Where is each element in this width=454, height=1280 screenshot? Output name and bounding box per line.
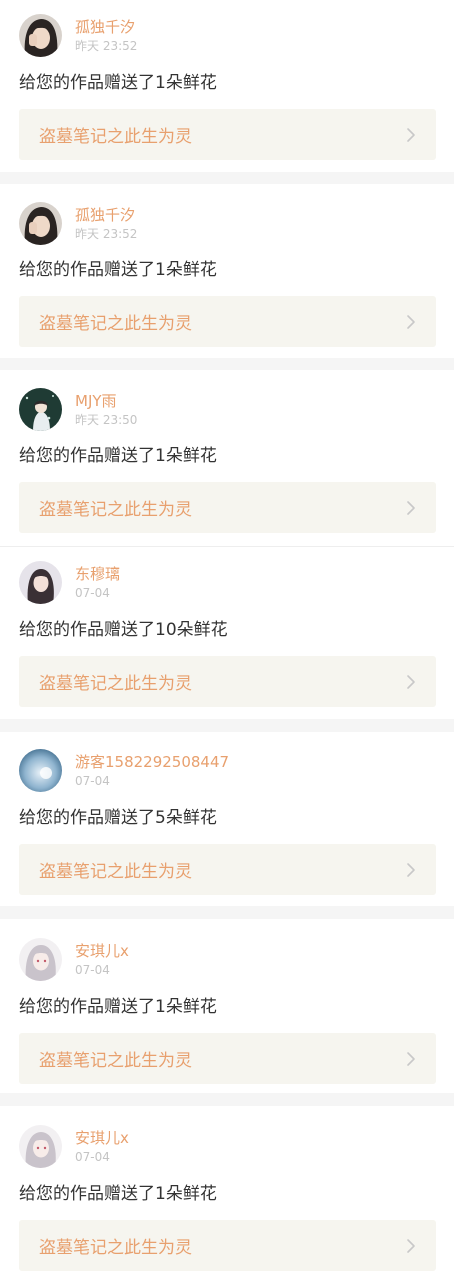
notification-header: 安琪儿x 07-04 xyxy=(19,937,436,981)
separator xyxy=(0,906,454,919)
chevron-right-icon xyxy=(407,127,415,142)
username[interactable]: 安琪儿x xyxy=(75,941,129,961)
username[interactable]: 游客1582292508447 xyxy=(75,752,229,772)
avatar[interactable] xyxy=(19,937,62,981)
username[interactable]: 安琪儿x xyxy=(75,1128,129,1148)
notification-card: 孤独千汐 昨天 23:52 给您的作品赠送了1朵鲜花 盗墓笔记之此生为灵 xyxy=(0,184,454,358)
avatar-girl-dark-hair-icon xyxy=(19,13,62,57)
user-meta: 孤独千汐 昨天 23:52 xyxy=(75,17,137,54)
user-meta: 安琪儿x 07-04 xyxy=(75,1128,129,1165)
gift-message: 给您的作品赠送了1朵鲜花 xyxy=(19,446,217,466)
work-title: 盗墓笔记之此生为灵 xyxy=(39,500,192,520)
work-title: 盗墓笔记之此生为灵 xyxy=(39,862,192,882)
timestamp: 07-04 xyxy=(75,1149,110,1164)
timestamp: 昨天 23:52 xyxy=(75,226,138,241)
gift-message: 给您的作品赠送了1朵鲜花 xyxy=(19,73,217,93)
avatar[interactable] xyxy=(19,560,62,604)
work-link[interactable]: 盗墓笔记之此生为灵 xyxy=(19,1033,436,1084)
avatar[interactable] xyxy=(19,1124,62,1168)
chevron-right-icon xyxy=(407,500,415,515)
avatar-anime-silver-hair-icon xyxy=(19,937,62,981)
avatar[interactable] xyxy=(19,201,62,245)
notification-card: 游客1582292508447 07-04 给您的作品赠送了5朵鲜花 盗墓笔记之… xyxy=(0,732,454,906)
gift-message: 给您的作品赠送了10朵鲜花 xyxy=(19,620,228,640)
avatar-girl-dark-hair-icon xyxy=(19,201,62,245)
gift-message: 给您的作品赠送了1朵鲜花 xyxy=(19,1184,217,1204)
chevron-right-icon xyxy=(407,862,415,877)
separator xyxy=(0,172,454,184)
avatar[interactable] xyxy=(19,13,62,57)
notification-header: MJY雨 昨天 23:50 xyxy=(19,387,436,431)
user-meta: 孤独千汐 昨天 23:52 xyxy=(75,205,137,242)
timestamp: 07-04 xyxy=(75,962,110,977)
avatar[interactable] xyxy=(19,748,62,792)
user-meta: MJY雨 昨天 23:50 xyxy=(75,391,137,428)
work-title: 盗墓笔记之此生为灵 xyxy=(39,127,192,147)
username[interactable]: MJY雨 xyxy=(75,391,137,411)
user-meta: 游客1582292508447 07-04 xyxy=(75,752,229,789)
avatar-anime-dark-green-icon xyxy=(19,387,62,431)
notification-header: 游客1582292508447 07-04 xyxy=(19,748,436,792)
notification-header: 孤独千汐 昨天 23:52 xyxy=(19,201,436,245)
gift-message: 给您的作品赠送了5朵鲜花 xyxy=(19,808,217,828)
timestamp: 昨天 23:50 xyxy=(75,412,138,427)
separator xyxy=(0,1093,454,1106)
work-link[interactable]: 盗墓笔记之此生为灵 xyxy=(19,1220,436,1271)
work-title: 盗墓笔记之此生为灵 xyxy=(39,1051,192,1071)
work-link[interactable]: 盗墓笔记之此生为灵 xyxy=(19,109,436,160)
chevron-right-icon xyxy=(407,1238,415,1253)
user-meta: 东穆璃 07-04 xyxy=(75,564,120,601)
work-link[interactable]: 盗墓笔记之此生为灵 xyxy=(19,482,436,533)
work-link[interactable]: 盗墓笔记之此生为灵 xyxy=(19,844,436,895)
work-title: 盗墓笔记之此生为灵 xyxy=(39,1238,192,1258)
notification-card: 安琪儿x 07-04 给您的作品赠送了1朵鲜花 盗墓笔记之此生为灵 xyxy=(0,919,454,1093)
notification-card: 孤独千汐 昨天 23:52 给您的作品赠送了1朵鲜花 盗墓笔记之此生为灵 xyxy=(0,0,454,172)
work-link[interactable]: 盗墓笔记之此生为灵 xyxy=(19,296,436,347)
timestamp: 07-04 xyxy=(75,585,110,600)
work-title: 盗墓笔记之此生为灵 xyxy=(39,674,192,694)
notification-card: MJY雨 昨天 23:50 给您的作品赠送了1朵鲜花 盗墓笔记之此生为灵 xyxy=(0,370,454,546)
timestamp: 07-04 xyxy=(75,773,110,788)
username[interactable]: 孤独千汐 xyxy=(75,205,137,225)
gift-message: 给您的作品赠送了1朵鲜花 xyxy=(19,997,217,1017)
chevron-right-icon xyxy=(407,314,415,329)
notification-feed: 孤独千汐 昨天 23:52 给您的作品赠送了1朵鲜花 盗墓笔记之此生为灵 孤独千… xyxy=(0,0,454,1280)
notification-header: 孤独千汐 昨天 23:52 xyxy=(19,13,436,57)
separator xyxy=(0,358,454,370)
notification-header: 安琪儿x 07-04 xyxy=(19,1124,436,1168)
avatar-blue-blur-icon xyxy=(19,748,62,792)
user-meta: 安琪儿x 07-04 xyxy=(75,941,129,978)
timestamp: 昨天 23:52 xyxy=(75,38,138,53)
avatar-anime-silver-hair-icon xyxy=(19,1124,62,1168)
notification-card: 东穆璃 07-04 给您的作品赠送了10朵鲜花 盗墓笔记之此生为灵 xyxy=(0,547,454,719)
gift-message: 给您的作品赠送了1朵鲜花 xyxy=(19,260,217,280)
notification-header: 东穆璃 07-04 xyxy=(19,560,436,604)
avatar[interactable] xyxy=(19,387,62,431)
separator xyxy=(0,719,454,732)
notification-card: 安琪儿x 07-04 给您的作品赠送了1朵鲜花 盗墓笔记之此生为灵 xyxy=(0,1106,454,1280)
username[interactable]: 孤独千汐 xyxy=(75,17,137,37)
work-link[interactable]: 盗墓笔记之此生为灵 xyxy=(19,656,436,707)
chevron-right-icon xyxy=(407,1051,415,1066)
work-title: 盗墓笔记之此生为灵 xyxy=(39,314,192,334)
username[interactable]: 东穆璃 xyxy=(75,564,120,584)
chevron-right-icon xyxy=(407,674,415,689)
avatar-girl-long-hair-icon xyxy=(19,560,62,604)
